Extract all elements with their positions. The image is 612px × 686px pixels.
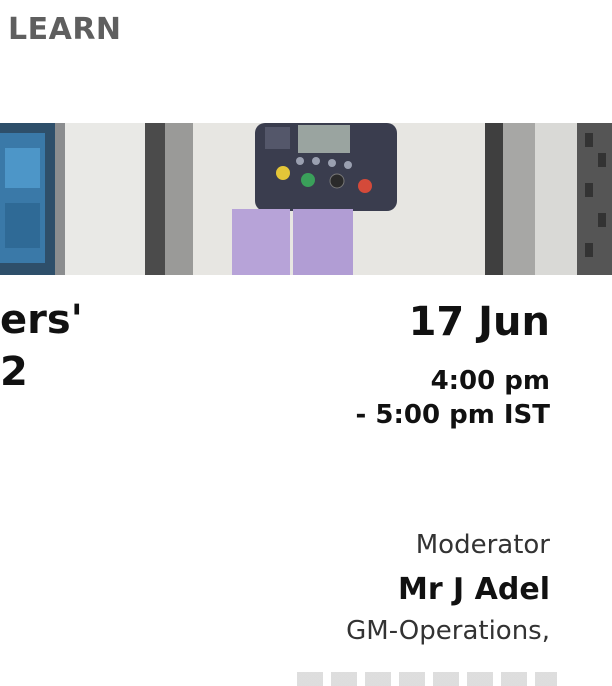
event-date: 17 Jun — [408, 299, 550, 345]
generator-photo — [0, 123, 612, 275]
cutoff-text-line — [297, 672, 557, 686]
moderator-role: GM-Operations, — [346, 616, 550, 646]
event-time-start: 4:00 pm — [430, 366, 550, 396]
event-hero-image — [0, 123, 612, 275]
event-title-line-2: 2 — [0, 349, 28, 395]
event-details: 17 Jun 4:00 pm - 5:00 pm IST Moderator M… — [290, 296, 550, 648]
moderator-name[interactable]: Mr J Adel — [290, 570, 550, 610]
event-title-fragment[interactable]: ers' 2 — [0, 294, 83, 398]
moderator-label: Moderator — [415, 530, 550, 560]
event-time: 4:00 pm - 5:00 pm IST — [290, 364, 550, 432]
section-label-learn: LEARN — [8, 12, 122, 47]
event-time-end: - 5:00 pm IST — [355, 400, 550, 430]
event-title-line-1: ers' — [0, 297, 83, 343]
